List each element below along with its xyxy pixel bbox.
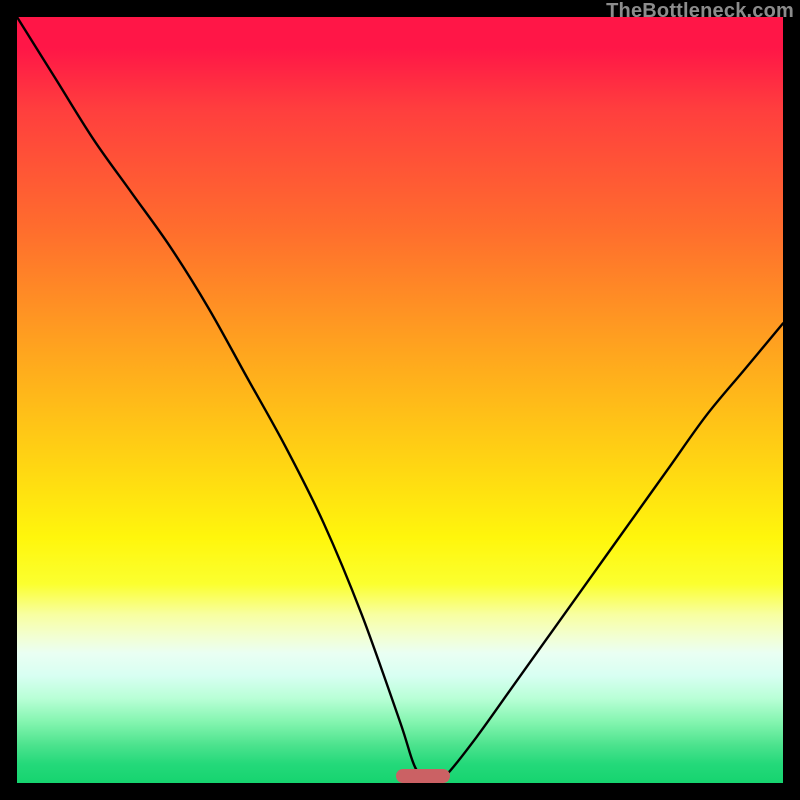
optimum-marker <box>396 769 450 783</box>
bottleneck-curve <box>17 17 783 783</box>
chart-frame: TheBottleneck.com <box>0 0 800 800</box>
plot-area <box>17 17 783 783</box>
attribution-text: TheBottleneck.com <box>606 0 794 23</box>
